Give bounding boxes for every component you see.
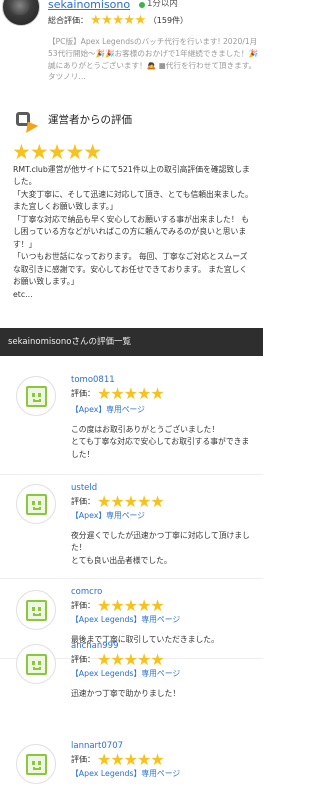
smiley-face-icon (26, 654, 47, 675)
operator-evaluation-header: 運営者からの評価 (14, 110, 132, 133)
review-rating: 評価： ★★★★★ (71, 492, 165, 511)
seller-description: 【PC版】Apex Legendsのバッチ代行を行います! 2020/1月 53… (48, 37, 258, 82)
review-stars: ★★★★★ (97, 596, 165, 615)
reviewer-avatar[interactable] (16, 484, 56, 524)
review-rating-label: 評価： (71, 755, 95, 765)
game-page-link[interactable]: 【Apex Legends】専用ページ (71, 768, 180, 779)
operator-rating-stars: ★★★★★ (12, 140, 102, 164)
operator-paragraph: RMT.club運営が他サイトにて521件以上の取引高評価を確認致しました。 (13, 165, 250, 187)
seller-card: sekainomisono 1分以内 総合評価： ★★★★★ （159件） 【P… (0, 0, 263, 81)
review-rating-label: 評価： (71, 497, 95, 507)
operator-paragraph: 「丁寧な対応で納品も早く安心してお願いする事が出来ました！ もし困っている方など… (13, 214, 249, 249)
divider (0, 578, 263, 579)
review-stars: ★★★★★ (97, 384, 165, 403)
online-status: 1分以内 (147, 0, 178, 9)
operator-paragraph: 「大変丁寧に、そして迅速に対応して頂き、とても信頼出来ました。また宜しくお願い致… (13, 189, 253, 212)
review-stars: ★★★★★ (97, 650, 165, 669)
review-stars: ★★★★★ (97, 750, 165, 769)
review-rating-label: 評価： (71, 601, 95, 611)
review-rating: 評価： ★★★★★ (71, 596, 165, 615)
review-rating-label: 評価： (71, 655, 95, 665)
review-list-header: sekainomisonoさんの評価一覧 (0, 328, 263, 356)
game-page-link[interactable]: 【Apex Legends】専用ページ (71, 668, 180, 679)
operator-evaluation-text: RMT.club運営が他サイトにて521件以上の取引高評価を確認致しました。 「… (13, 164, 253, 301)
operator-paragraph: etc... (13, 289, 33, 299)
reviewer-avatar[interactable] (16, 376, 56, 416)
game-page-link[interactable]: 【Apex】専用ページ (71, 510, 145, 521)
seller-rating: 総合評価： ★★★★★ （159件） (48, 12, 189, 28)
game-page-link[interactable]: 【Apex】専用ページ (71, 404, 145, 415)
review-rating: 評価： ★★★★★ (71, 750, 165, 769)
seller-rating-label: 総合評価： (48, 16, 88, 26)
divider (0, 474, 263, 475)
review-rating-label: 評価： (71, 389, 95, 399)
online-dot-icon (139, 2, 145, 8)
smiley-face-icon (26, 600, 47, 621)
smiley-face-icon (26, 386, 47, 407)
rmt-club-logo-icon (14, 110, 39, 133)
review-rating: 評価： ★★★★★ (71, 384, 165, 403)
smiley-face-icon (26, 494, 47, 515)
operator-evaluation-title: 運営者からの評価 (48, 114, 132, 127)
game-page-link[interactable]: 【Apex Legends】専用ページ (71, 614, 180, 625)
review-list-title: sekainomisonoさんの評価一覧 (8, 337, 131, 347)
reviewer-avatar[interactable] (16, 744, 56, 784)
review-stars: ★★★★★ (97, 492, 165, 511)
reviewer-avatar[interactable] (16, 590, 56, 630)
operator-paragraph: 「いつもお世話になっております。 毎回、丁寧なご対応とスムーズな取引きに感謝です… (13, 252, 248, 287)
review-comment: 迅速かつ丁寧で助かりました！ (71, 689, 181, 698)
review-comment: この度はお取引ありがとうございました！ とても丁寧な対応で安心してお取引する事が… (71, 425, 250, 459)
review-comment: 夜分遅くでしたが迅速かつ丁寧に対応して頂けました！ とても良い出品者様でした。 (71, 531, 250, 565)
reviewer-avatar[interactable] (16, 644, 56, 684)
seller-avatar[interactable] (2, 0, 40, 26)
review-rating: 評価： ★★★★★ (71, 650, 165, 669)
seller-rating-stars: ★★★★★ (90, 12, 146, 28)
reviewer-name-link[interactable]: usteld (71, 482, 97, 494)
seller-rating-count: （159件） (148, 16, 189, 26)
smiley-face-icon (26, 754, 47, 775)
